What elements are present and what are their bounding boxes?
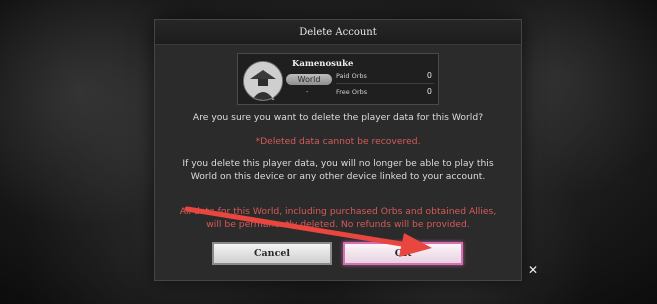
world-badge: World (286, 74, 332, 85)
orbs-deleted-warning: All data for this World, including purch… (179, 206, 497, 230)
delete-account-dialog: Delete Account 1 Kamenosuke World - Paid… (154, 19, 522, 281)
player-avatar (243, 61, 283, 101)
free-orbs-value: 0 (426, 87, 432, 96)
player-card: 1 Kamenosuke World - Paid Orbs 0 Free Or… (237, 53, 439, 105)
dialog-title: Delete Account (155, 20, 521, 45)
paid-orbs-value: 0 (426, 71, 432, 80)
player-name: Kamenosuke (292, 59, 354, 69)
cannot-recover-warning: *Deleted data cannot be recovered. (255, 136, 421, 147)
device-info-text: If you delete this player data, you will… (182, 158, 494, 182)
world-subtext: - (306, 88, 309, 96)
paid-orbs-label: Paid Orbs (336, 72, 367, 80)
player-level: 1 (271, 95, 275, 102)
close-icon[interactable]: ✕ (527, 264, 539, 276)
ok-button[interactable]: OK (343, 242, 463, 265)
samurai-avatar-icon (244, 62, 282, 100)
orb-divider (336, 83, 434, 84)
delete-question: Are you sure you want to delete the play… (192, 112, 484, 123)
free-orbs-label: Free Orbs (336, 88, 368, 96)
cancel-button[interactable]: Cancel (212, 242, 332, 265)
